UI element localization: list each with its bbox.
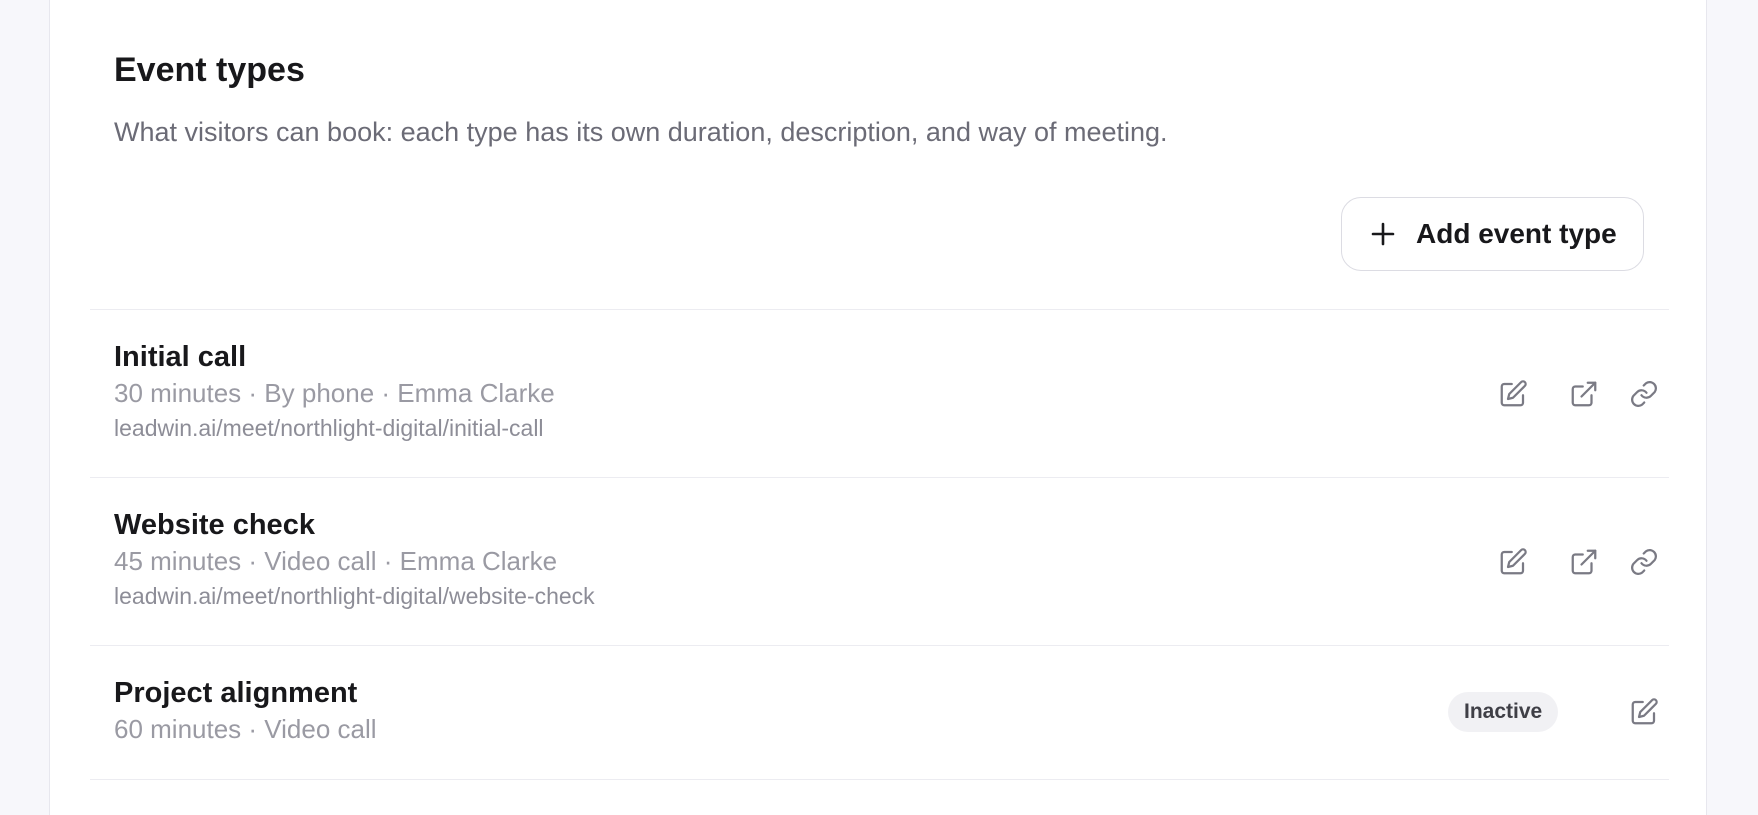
event-type-name: Project alignment (114, 677, 358, 709)
edit-icon[interactable] (1493, 374, 1533, 414)
external-link-icon[interactable] (1564, 374, 1604, 414)
add-event-type-button[interactable]: Add event type (1341, 197, 1644, 271)
add-event-type-label: Add event type (1416, 218, 1617, 249)
plus-icon (1368, 219, 1398, 249)
event-type-name: Website check (114, 509, 315, 541)
section-subtitle: What visitors can book: each type has it… (114, 117, 1168, 147)
event-type-name: Initial call (114, 341, 247, 373)
external-link-icon[interactable] (1564, 542, 1604, 582)
divider (90, 779, 1669, 780)
link-icon[interactable] (1624, 374, 1664, 414)
event-type-meta: 30 minutes · By phone · Emma Clarke (114, 378, 555, 408)
edit-icon[interactable] (1493, 542, 1533, 582)
section-title: Event types (114, 51, 305, 89)
event-type-url: leadwin.ai/meet/northlight-digital/websi… (114, 583, 595, 609)
status-badge: Inactive (1448, 692, 1559, 732)
event-type-meta: 60 minutes · Video call (114, 714, 377, 744)
event-type-row: Project alignment 60 minutes · Video cal… (90, 646, 1669, 779)
event-type-row: Website check 45 minutes · Video call · … (90, 478, 1669, 645)
event-types-card: Event types What visitors can book: each… (49, 0, 1707, 815)
event-type-meta: 45 minutes · Video call · Emma Clarke (114, 546, 558, 576)
link-icon[interactable] (1624, 542, 1664, 582)
event-type-url: leadwin.ai/meet/northlight-digital/initi… (114, 415, 544, 441)
event-type-row: Initial call 30 minutes · By phone · Emm… (90, 310, 1669, 477)
edit-icon[interactable] (1624, 692, 1664, 732)
